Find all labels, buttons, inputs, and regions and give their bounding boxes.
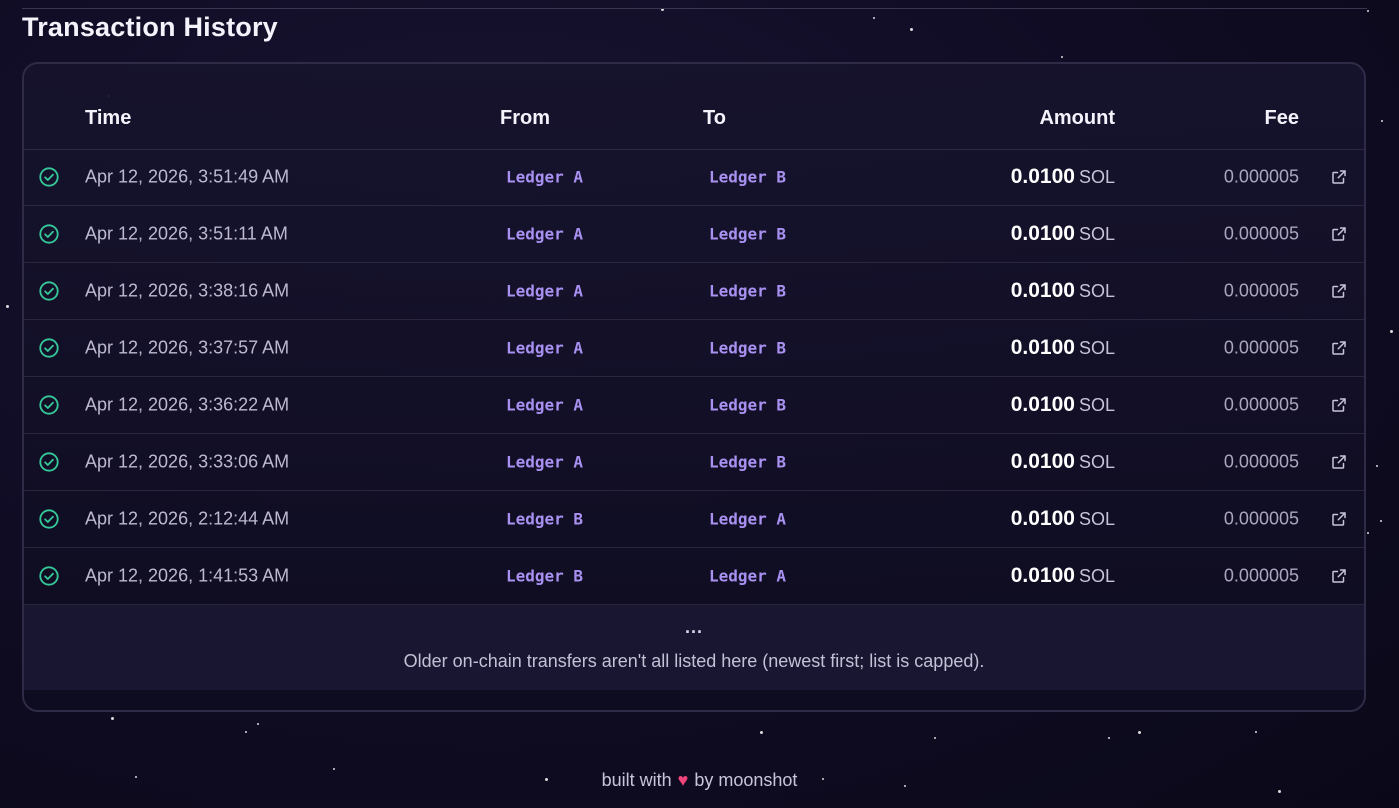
transaction-time: Apr 12, 2026, 3:51:49 AM [85, 166, 290, 187]
to-ledger: Ledger B [709, 281, 787, 301]
to-ledger: Ledger B [709, 224, 787, 244]
section-divider [22, 8, 1367, 9]
list-footer: ... Older on-chain transfers aren't all … [24, 605, 1364, 690]
transaction-amount: 0.0100 SOL [1011, 450, 1115, 474]
transaction-fee: 0.000005 [1223, 337, 1299, 358]
footer-suffix: by moonshot [694, 770, 798, 790]
transaction-fee: 0.000005 [1223, 166, 1299, 187]
transaction-time: Apr 12, 2026, 1:41:53 AM [85, 565, 290, 586]
table-row: Apr 12, 2026, 3:51:11 AM Ledger A Ledger… [24, 206, 1364, 263]
external-link-icon[interactable] [1330, 567, 1348, 585]
from-ledger: Ledger A [506, 167, 584, 187]
transaction-time: Apr 12, 2026, 2:12:44 AM [85, 508, 290, 529]
amount-value: 0.0100 [1010, 222, 1075, 245]
transaction-fee: 0.000005 [1223, 394, 1299, 415]
transaction-table: Time From To Amount Fee Apr 12, 2026, 3:… [22, 62, 1366, 712]
to-ledger: Ledger B [709, 167, 787, 187]
external-link-icon[interactable] [1330, 453, 1348, 471]
table-row: Apr 12, 2026, 3:37:57 AM Ledger A Ledger… [24, 320, 1364, 377]
external-link-icon[interactable] [1330, 282, 1348, 300]
from-ledger: Ledger B [506, 566, 584, 586]
from-ledger: Ledger A [506, 338, 584, 358]
amount-unit: SOL [1078, 452, 1115, 472]
built-with-footer: built with ♥ by moonshot [0, 770, 1399, 791]
external-link-icon[interactable] [1330, 396, 1348, 414]
transaction-fee: 0.000005 [1223, 451, 1299, 472]
transaction-fee: 0.000005 [1223, 508, 1299, 529]
amount-value: 0.0100 [1010, 507, 1075, 530]
check-circle-icon [39, 509, 59, 529]
transaction-time: Apr 12, 2026, 3:36:22 AM [85, 394, 290, 415]
amount-unit: SOL [1078, 395, 1115, 415]
list-capped-note: Older on-chain transfers aren't all list… [403, 651, 985, 671]
transaction-time: Apr 12, 2026, 3:37:57 AM [85, 337, 290, 358]
table-row: Apr 12, 2026, 3:36:22 AM Ledger A Ledger… [24, 377, 1364, 434]
amount-unit: SOL [1078, 338, 1115, 358]
external-link-icon[interactable] [1330, 510, 1348, 528]
amount-value: 0.0100 [1010, 279, 1075, 302]
transaction-fee: 0.000005 [1223, 280, 1299, 301]
from-ledger: Ledger A [506, 395, 584, 415]
from-ledger: Ledger A [506, 452, 584, 472]
amount-unit: SOL [1078, 224, 1115, 244]
column-header-fee: Fee [1264, 107, 1299, 129]
table-row: Apr 12, 2026, 1:41:53 AM Ledger B Ledger… [24, 548, 1364, 605]
amount-value: 0.0100 [1010, 165, 1075, 188]
transaction-amount: 0.0100 SOL [1011, 279, 1115, 303]
check-circle-icon [39, 281, 59, 301]
to-ledger: Ledger A [709, 509, 787, 529]
amount-value: 0.0100 [1010, 450, 1075, 473]
external-link-icon[interactable] [1330, 225, 1348, 243]
check-circle-icon [39, 452, 59, 472]
check-circle-icon [39, 395, 59, 415]
external-link-icon[interactable] [1330, 168, 1348, 186]
column-header-to: To [703, 107, 726, 129]
transaction-time: Apr 12, 2026, 3:38:16 AM [85, 280, 290, 301]
transaction-amount: 0.0100 SOL [1011, 165, 1115, 189]
amount-value: 0.0100 [1010, 564, 1075, 587]
amount-unit: SOL [1078, 281, 1115, 301]
column-header-time: Time [85, 107, 132, 129]
column-header-amount: Amount [1039, 107, 1115, 129]
transaction-fee: 0.000005 [1223, 565, 1299, 586]
table-row: Apr 12, 2026, 2:12:44 AM Ledger B Ledger… [24, 491, 1364, 548]
to-ledger: Ledger B [709, 452, 787, 472]
table-row: Apr 12, 2026, 3:33:06 AM Ledger A Ledger… [24, 434, 1364, 491]
transaction-fee: 0.000005 [1223, 223, 1299, 244]
transaction-rows: Apr 12, 2026, 3:51:49 AM Ledger A Ledger… [24, 149, 1364, 605]
amount-unit: SOL [1078, 167, 1115, 187]
to-ledger: Ledger B [709, 395, 787, 415]
transaction-amount: 0.0100 SOL [1011, 564, 1115, 588]
from-ledger: Ledger A [506, 281, 584, 301]
check-circle-icon [39, 338, 59, 358]
transaction-time: Apr 12, 2026, 3:51:11 AM [85, 223, 288, 244]
amount-unit: SOL [1078, 509, 1115, 529]
transaction-amount: 0.0100 SOL [1011, 393, 1115, 417]
from-ledger: Ledger B [506, 509, 584, 529]
page-title: Transaction History [22, 12, 278, 42]
column-header-from: From [500, 107, 550, 129]
amount-unit: SOL [1078, 566, 1115, 586]
transaction-amount: 0.0100 SOL [1011, 336, 1115, 360]
table-row: Apr 12, 2026, 3:38:16 AM Ledger A Ledger… [24, 263, 1364, 320]
amount-value: 0.0100 [1010, 393, 1075, 416]
table-header: Time From To Amount Fee [24, 64, 1364, 150]
from-ledger: Ledger A [506, 224, 584, 244]
transaction-amount: 0.0100 SOL [1011, 507, 1115, 531]
transaction-time: Apr 12, 2026, 3:33:06 AM [85, 451, 290, 472]
check-circle-icon [39, 224, 59, 244]
to-ledger: Ledger A [709, 566, 787, 586]
external-link-icon[interactable] [1330, 339, 1348, 357]
heart-icon: ♥ [677, 770, 689, 790]
check-circle-icon [39, 566, 59, 586]
to-ledger: Ledger B [709, 338, 787, 358]
check-circle-icon [39, 167, 59, 187]
ellipsis: ... [684, 617, 703, 637]
table-row: Apr 12, 2026, 3:51:49 AM Ledger A Ledger… [24, 149, 1364, 206]
amount-value: 0.0100 [1010, 336, 1075, 359]
footer-prefix: built with [601, 770, 672, 790]
transaction-amount: 0.0100 SOL [1011, 222, 1115, 246]
